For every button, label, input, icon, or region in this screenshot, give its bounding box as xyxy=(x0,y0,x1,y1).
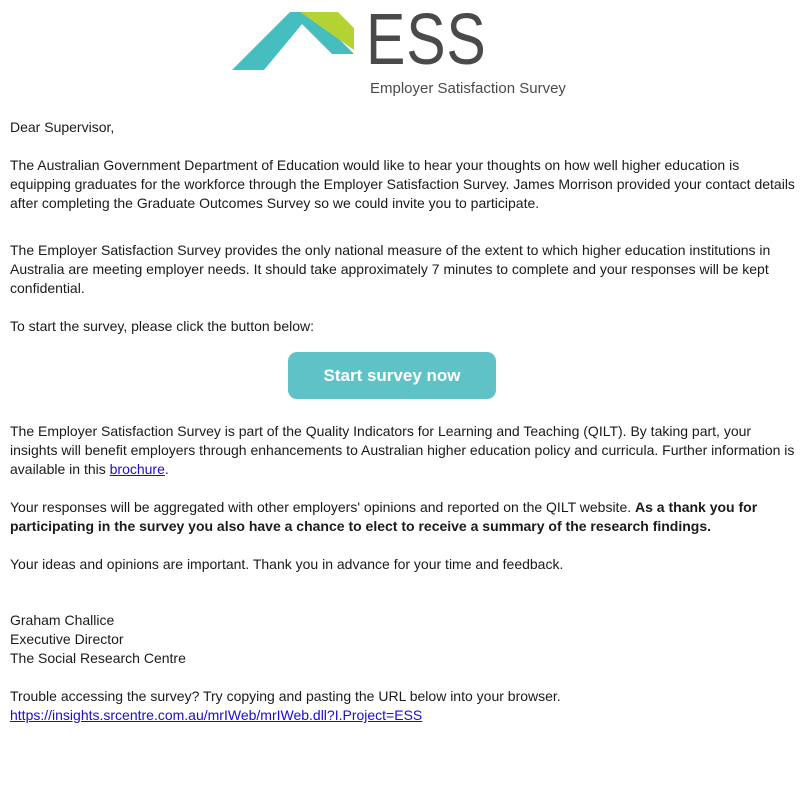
aggregation-paragraph: Your responses will be aggregated with o… xyxy=(10,498,795,536)
qilt-paragraph-end: . xyxy=(164,461,169,477)
signature-title: Executive Director xyxy=(10,631,124,647)
url-line: https://insights.srcentre.com.au/mrIWeb/… xyxy=(10,706,795,725)
cta-row: Start survey now xyxy=(10,336,795,422)
qilt-paragraph: The Employer Satisfaction Survey is part… xyxy=(10,422,795,479)
email-body: Dear Supervisor, The Australian Governme… xyxy=(10,118,795,725)
ess-logo: ESS Employer Satisfaction Survey xyxy=(0,0,800,110)
logo-letters: ESS xyxy=(366,0,487,80)
trouble-text: Trouble accessing the survey? Try copyin… xyxy=(10,688,561,704)
signature-block: Graham Challice Executive Director The S… xyxy=(10,611,795,668)
start-instruction: To start the survey, please click the bu… xyxy=(10,318,315,334)
start-survey-button[interactable]: Start survey now xyxy=(288,352,496,399)
signature-org: The Social Research Centre xyxy=(10,650,186,666)
ess-logo-mark-icon xyxy=(232,12,354,70)
signature-name: Graham Challice xyxy=(10,612,115,628)
survey-info-paragraph: The Employer Satisfaction Survey provide… xyxy=(10,242,771,296)
closing-paragraph: Your ideas and opinions are important. T… xyxy=(10,556,564,572)
greeting: Dear Supervisor, xyxy=(10,119,115,135)
logo-subtitle: Employer Satisfaction Survey xyxy=(370,80,566,97)
survey-url-link[interactable]: https://insights.srcentre.com.au/mrIWeb/… xyxy=(10,707,422,723)
brochure-link[interactable]: brochure xyxy=(110,461,165,477)
intro-paragraph: The Australian Government Department of … xyxy=(10,157,795,211)
aggregation-text: Your responses will be aggregated with o… xyxy=(10,499,636,515)
